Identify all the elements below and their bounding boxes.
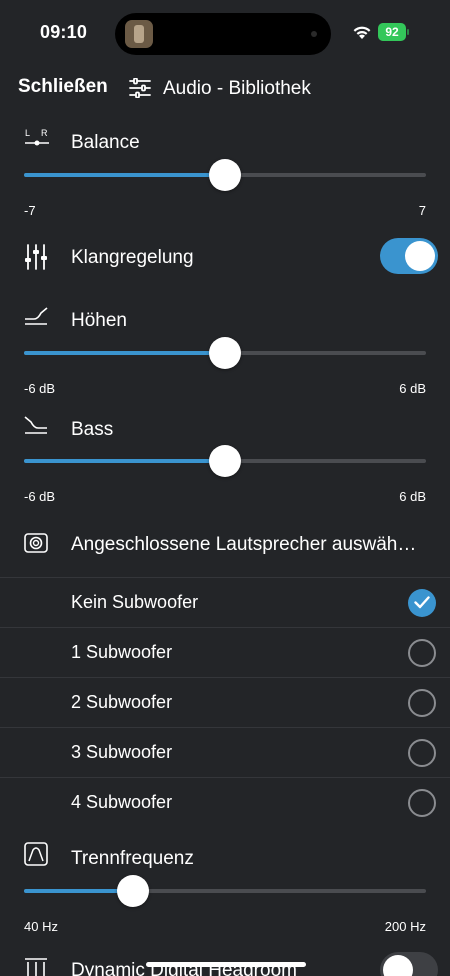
sliders-icon[interactable] xyxy=(129,78,151,98)
equalizer-icon xyxy=(25,244,47,270)
equalizer-toggle[interactable] xyxy=(380,238,438,274)
crossover-min-label: 40 Hz xyxy=(24,919,58,934)
speaker-option-radio[interactable] xyxy=(408,739,436,767)
balance-slider-thumb[interactable] xyxy=(209,159,241,191)
speaker-option-label: Kein Subwoofer xyxy=(71,592,199,612)
speaker-option-1[interactable]: 1 Subwoofer xyxy=(0,627,450,677)
headroom-toggle-knob xyxy=(383,955,413,976)
status-time: 09:10 xyxy=(40,22,88,42)
speaker-option-label: 1 Subwoofer xyxy=(71,642,173,662)
balance-icon-left-letter: L xyxy=(25,128,30,138)
close-button[interactable]: Schließen xyxy=(18,76,108,98)
headroom-toggle[interactable] xyxy=(380,952,438,976)
bass-curve-icon xyxy=(24,416,47,434)
bass-slider[interactable] xyxy=(24,444,426,478)
speaker-option-4[interactable]: 4 Subwoofer xyxy=(0,777,450,827)
balance-slider-fill xyxy=(24,173,225,177)
crossover-filter-icon xyxy=(24,842,48,866)
bass-label: Bass xyxy=(71,419,114,440)
balance-slider[interactable] xyxy=(24,158,426,192)
equalizer-label: Klangregelung xyxy=(71,247,194,268)
bass-max-label: 6 dB xyxy=(399,489,426,504)
camera-dot xyxy=(311,31,317,37)
battery-indicator: 92 xyxy=(378,23,406,41)
balance-label: Balance xyxy=(71,132,140,153)
battery-tip xyxy=(407,29,409,35)
balance-icon-right-letter: R xyxy=(41,128,48,138)
speakers-label: Angeschlossene Lautsprecher auswäh… xyxy=(71,534,417,555)
speaker-option-label: 3 Subwoofer xyxy=(71,742,173,762)
crossover-max-label: 200 Hz xyxy=(384,919,426,934)
equalizer-toggle-knob xyxy=(405,241,435,271)
speaker-option-radio[interactable] xyxy=(408,689,436,717)
treble-slider-fill xyxy=(24,351,225,355)
now-playing-app-icon xyxy=(125,20,153,48)
balance-icon: L R xyxy=(25,128,49,146)
treble-label: Höhen xyxy=(71,310,127,331)
dynamic-island xyxy=(115,13,331,55)
wifi-icon xyxy=(353,26,371,39)
balance-min-label: -7 xyxy=(24,203,36,218)
speaker-option-radio[interactable] xyxy=(408,789,436,817)
crossover-slider-thumb[interactable] xyxy=(116,875,149,907)
treble-slider[interactable] xyxy=(24,336,426,370)
headroom-meter-icon xyxy=(25,958,47,976)
treble-max-label: 6 dB xyxy=(399,381,426,396)
balance-max-label: 7 xyxy=(418,203,426,218)
home-indicator[interactable] xyxy=(146,962,306,967)
speaker-option-none[interactable]: Kein Subwoofer xyxy=(0,577,450,627)
bass-min-label: -6 dB xyxy=(24,489,56,504)
speaker-option-3[interactable]: 3 Subwoofer xyxy=(0,727,450,777)
speaker-option-label: 2 Subwoofer xyxy=(71,692,173,712)
treble-min-label: -6 dB xyxy=(24,381,56,396)
checkmark-icon xyxy=(414,596,430,609)
page-title: Audio - Bibliothek xyxy=(163,78,311,99)
speaker-option-radio[interactable] xyxy=(408,639,436,667)
speaker-option-radio[interactable] xyxy=(408,589,436,617)
treble-slider-thumb[interactable] xyxy=(209,337,241,369)
bass-slider-thumb[interactable] xyxy=(209,445,241,477)
bass-slider-fill xyxy=(24,459,225,463)
speaker-option-2[interactable]: 2 Subwoofer xyxy=(0,677,450,727)
crossover-label: Trennfrequenz xyxy=(71,848,194,869)
speaker-icon xyxy=(24,533,48,553)
crossover-slider[interactable] xyxy=(24,874,426,908)
speaker-option-label: 4 Subwoofer xyxy=(71,792,173,812)
treble-curve-icon xyxy=(25,307,48,325)
